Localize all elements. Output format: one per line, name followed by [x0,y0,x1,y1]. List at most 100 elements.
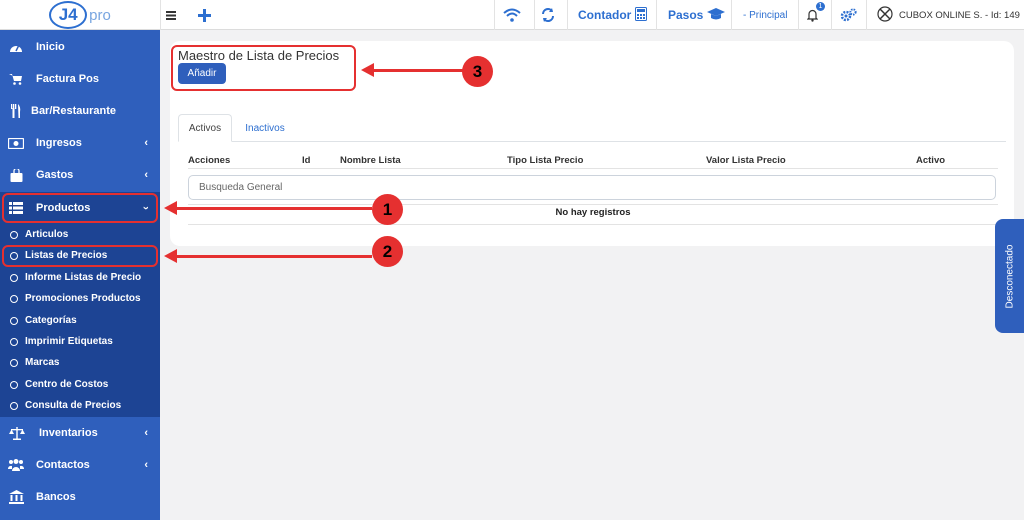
submenu-item-label: Articulos [25,229,69,240]
connection-status-tab[interactable]: Desconectado [995,219,1024,333]
divider [188,224,998,225]
circle-icon [10,294,18,303]
highlight-listas-de-precios [2,245,158,267]
circle-icon [10,337,18,346]
column-header-activo[interactable]: Activo [916,155,945,166]
tab-activos[interactable]: Activos [178,114,232,142]
connection-status-label: Desconectado [1004,244,1015,308]
tab-inactivos[interactable]: Inactivos [240,114,290,142]
highlight-productos [2,193,158,223]
submenu-item-marcas[interactable]: Marcas [0,352,160,373]
logo-suffix: pro [89,6,111,24]
company-label: CUBOX ONLINE S. - Id: 149 [899,9,1020,21]
sidebar-item-contactos[interactable]: Contactos ‹ [0,449,160,481]
submenu-item-consulta-de-precios[interactable]: Consulta de Precios [0,395,160,416]
counter-label: Contador [578,8,632,22]
user-avatar-icon [877,5,893,25]
counter-link[interactable]: Contador [578,0,648,30]
submenu-item-categorias[interactable]: Categorías [0,310,160,331]
search-input[interactable] [188,175,996,200]
plus-icon[interactable] [198,0,216,30]
sidebar-item-inventarios[interactable]: Inventarios ‹ [0,417,160,449]
logo-mark: J4 [49,1,88,29]
column-header-id[interactable]: Id [302,155,310,166]
chevron-left-icon: ‹ [144,169,148,181]
divider [188,204,998,205]
utensils-icon [8,103,24,119]
submenu-item-label: Categorías [25,315,77,326]
bag-icon [8,167,24,183]
column-header-acciones[interactable]: Acciones [188,155,230,166]
submenu-item-label: Consulta de Precios [25,400,122,411]
submenu-item-informe-listas[interactable]: Informe Listas de Precio [0,267,160,288]
cart-icon [8,71,24,87]
sidebar-item-bar-restaurante[interactable]: Bar/Restaurante [0,95,160,127]
circle-icon [10,316,18,325]
wifi-icon[interactable] [503,0,525,30]
logo[interactable]: J4 pro [0,0,160,30]
submenu-item-label: Informe Listas de Precio [25,272,142,283]
gears-icon[interactable] [840,0,858,30]
circle-icon [10,358,18,367]
circle-icon [10,273,18,282]
sidebar-item-label: Bancos [36,491,76,503]
annotation-marker-2: 2 [372,236,403,267]
top-navbar: J4 pro Contador Pasos - Principal 1 CUBO… [0,0,1024,30]
graduation-cap-icon [707,7,726,23]
submenu-item-centro-de-costos[interactable]: Centro de Costos [0,374,160,395]
users-icon [8,457,24,473]
divider [656,0,657,30]
annotation-marker-1: 1 [372,194,403,225]
calculator-icon [635,6,648,24]
bank-icon [8,489,24,505]
highlight-title-area [171,45,356,91]
divider [188,168,998,169]
sidebar-item-label: Inventarios [39,427,98,439]
sidebar-item-factura-pos[interactable]: Factura Pos [0,63,160,95]
sidebar-item-gastos[interactable]: Gastos ‹ [0,159,160,191]
chevron-left-icon: ‹ [144,427,148,439]
sidebar-item-label: Contactos [36,459,90,471]
divider [160,0,161,30]
chevron-left-icon: ‹ [144,459,148,471]
sidebar-item-bancos[interactable]: Bancos [0,481,160,513]
circle-icon [10,401,18,410]
divider [731,0,732,30]
circle-icon [10,380,18,389]
column-header-valor-lista[interactable]: Valor Lista Precio [706,155,786,166]
money-icon [8,135,24,151]
hamburger-icon[interactable] [166,0,182,30]
arrow-line-3 [373,69,463,72]
submenu-item-articulos[interactable]: Articulos [0,224,160,245]
sidebar-item-inicio[interactable]: Inicio [0,31,160,63]
company-menu[interactable]: CUBOX ONLINE S. - Id: 149 [877,0,1020,30]
bell-icon[interactable]: 1 [807,0,825,30]
submenu-item-label: Marcas [25,357,60,368]
status-tabs: Activos Inactivos [178,114,1006,142]
balance-scale-icon [9,425,25,441]
arrow-line-2 [176,255,372,258]
submenu-item-imprimir-etiquetas[interactable]: Imprimir Etiquetas [0,331,160,352]
sidebar-item-label: Ingresos [36,137,82,149]
sidebar-item-label: Factura Pos [36,73,99,85]
arrow-line-1 [176,207,372,210]
dashboard-icon [8,39,24,55]
divider [567,0,568,30]
column-header-tipo-lista[interactable]: Tipo Lista Precio [507,155,583,166]
divider [494,0,495,30]
submenu-item-promociones[interactable]: Promociones Productos [0,288,160,309]
submenu-item-label: Promociones Productos [25,293,141,304]
circle-icon [10,230,18,239]
sidebar-item-ingresos[interactable]: Ingresos ‹ [0,127,160,159]
divider [831,0,832,30]
annotation-marker-3: 3 [462,56,493,87]
branch-label[interactable]: - Principal [743,0,787,30]
sync-icon[interactable] [541,0,559,30]
sidebar-item-label: Inicio [36,41,65,53]
column-header-nombre-lista[interactable]: Nombre Lista [340,155,401,166]
sidebar-item-label: Bar/Restaurante [31,105,116,117]
sidebar-item-label: Gastos [36,169,74,181]
divider [798,0,799,30]
chevron-left-icon: ‹ [144,137,148,149]
steps-link[interactable]: Pasos [668,0,726,30]
